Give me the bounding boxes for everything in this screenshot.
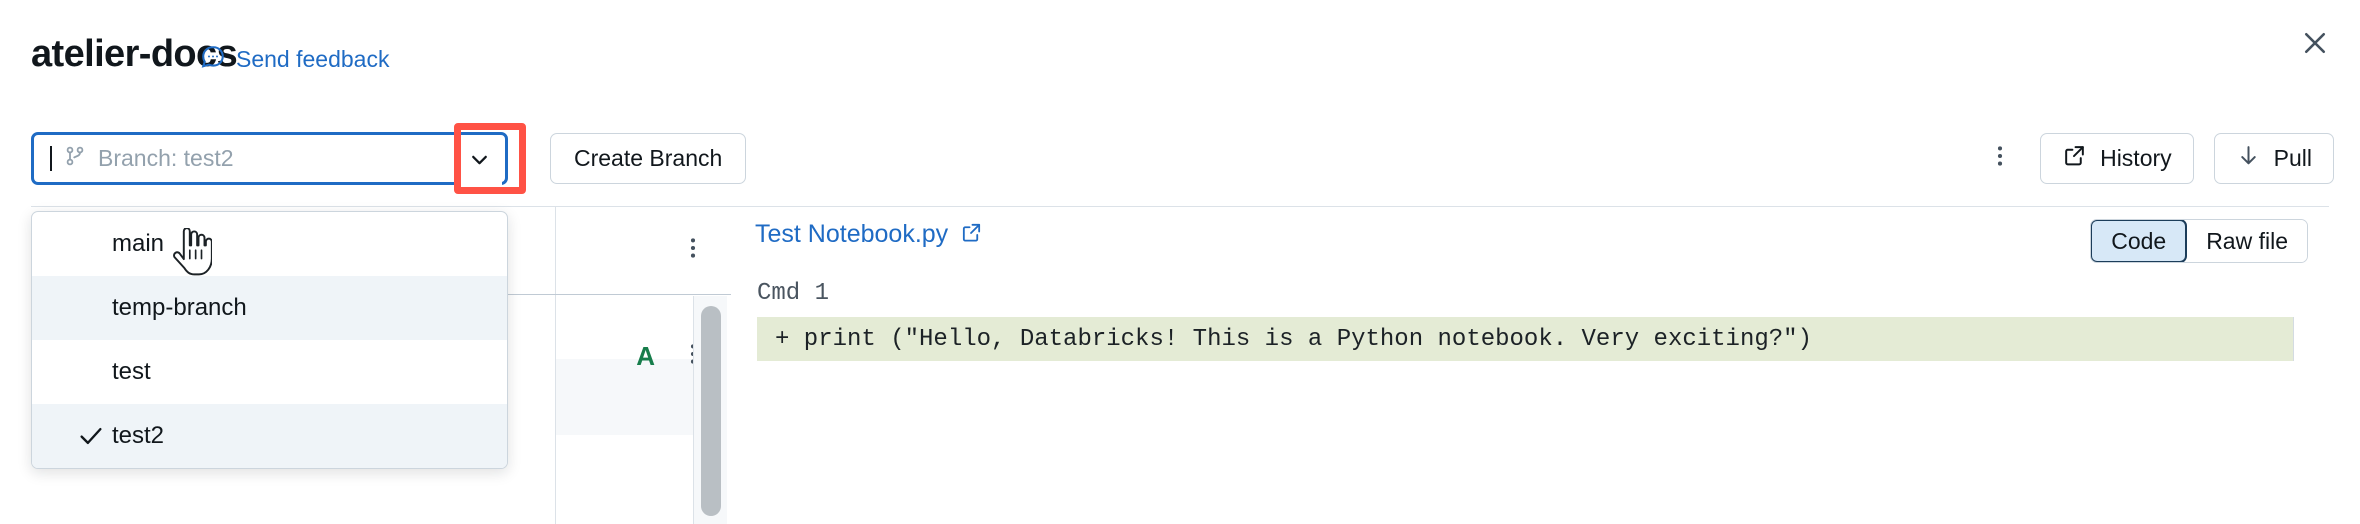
branch-input-placeholder: Branch: test2 xyxy=(98,145,234,172)
code-scrollbar[interactable] xyxy=(2293,317,2315,361)
branch-toolbar: Branch: test2 Create Branch xyxy=(0,108,2360,200)
branch-option-label: main xyxy=(112,230,164,258)
branch-selector: Branch: test2 xyxy=(31,132,508,185)
history-button-label: History xyxy=(2100,145,2172,172)
panel-kebab-menu-button[interactable] xyxy=(673,225,713,276)
branch-option-label: test2 xyxy=(112,422,164,450)
cmd-label: Cmd 1 xyxy=(757,280,829,307)
toolbar-kebab-menu-button[interactable] xyxy=(1980,133,2020,184)
git-folder-dialog: atelier-docs Send feedback xyxy=(0,0,2360,524)
branch-option-label: temp-branch xyxy=(112,294,247,322)
close-dialog-button[interactable] xyxy=(2292,22,2338,68)
file-preview-panel: Test Notebook.py Code Raw file Cmd 1 + p… xyxy=(745,207,2329,524)
text-caret xyxy=(50,146,52,171)
pull-button-label: Pull xyxy=(2274,145,2312,172)
branch-option-test[interactable]: test xyxy=(32,340,507,404)
branch-dropdown-toggle[interactable] xyxy=(457,138,502,185)
status-badge: A xyxy=(636,341,655,372)
arrow-down-icon xyxy=(2236,143,2261,174)
pull-button[interactable]: Pull xyxy=(2214,133,2334,184)
chevron-down-icon xyxy=(467,147,492,177)
dialog-header: atelier-docs Send feedback xyxy=(0,0,2360,108)
branch-option-label: test xyxy=(112,358,151,386)
comment-bubble-icon xyxy=(200,44,226,75)
scrollbar-thumb[interactable] xyxy=(701,306,721,516)
toolbar-actions: History Pull xyxy=(1980,133,2334,184)
diff-line-text: + print ("Hello, Databricks! This is a P… xyxy=(757,326,1812,353)
send-feedback-link[interactable]: Send feedback xyxy=(200,44,389,75)
check-icon xyxy=(76,421,106,451)
branch-option-test2[interactable]: test2 xyxy=(32,404,507,468)
view-mode-toggle: Code Raw file xyxy=(2090,219,2308,263)
history-button[interactable]: History xyxy=(2040,133,2194,184)
external-link-icon xyxy=(2062,143,2087,174)
file-name-link[interactable]: Test Notebook.py xyxy=(755,220,983,249)
external-link-icon xyxy=(960,221,983,249)
tab-code[interactable]: Code xyxy=(2090,219,2187,263)
file-list-scrollbar[interactable] xyxy=(693,296,727,524)
branch-dropdown-menu: main temp-branch test test2 xyxy=(31,211,508,469)
create-branch-button[interactable]: Create Branch xyxy=(550,133,746,184)
kebab-menu-icon xyxy=(680,235,706,266)
branch-search-input[interactable]: Branch: test2 xyxy=(31,132,508,185)
send-feedback-label: Send feedback xyxy=(236,46,389,73)
branch-option-main[interactable]: main xyxy=(32,212,507,276)
close-icon xyxy=(2300,28,2330,63)
kebab-menu-icon xyxy=(1987,143,2013,174)
branch-option-temp-branch[interactable]: temp-branch xyxy=(32,276,507,340)
file-name-label: Test Notebook.py xyxy=(755,220,948,249)
git-branch-icon xyxy=(63,144,87,173)
tab-raw-file[interactable]: Raw file xyxy=(2187,220,2307,262)
diff-line-added: + print ("Hello, Databricks! This is a P… xyxy=(757,317,2315,361)
